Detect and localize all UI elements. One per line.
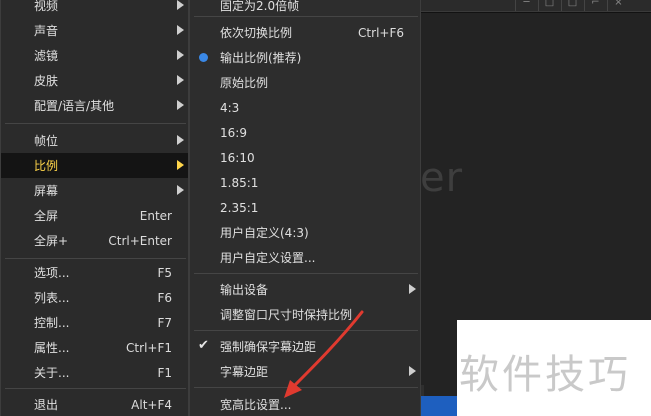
annotation-arrow-icon [284,310,364,398]
menu-item-aspect-ratio[interactable]: 比例 [1,153,188,178]
submenu-item-1-85-1[interactable]: 1.85:1 [190,170,420,195]
menu-item-label: 声音 [34,24,59,38]
menu-item-shortcut: Ctrl+Enter [108,233,172,248]
radio-selected-icon [199,53,208,62]
submenu-item-16-10[interactable]: 16:10 [190,145,420,170]
menu-item-label: 控制... [34,316,70,330]
submenu-arrow-icon [409,366,416,376]
menu-item-label: 选项... [34,266,70,280]
submenu-item-label: 16:10 [220,150,255,165]
submenu-arrow-icon [177,25,184,35]
submenu-arrow-icon [177,50,184,60]
menu-item-properties[interactable]: 属性... Ctrl+F1 [1,335,188,360]
menu-item-label: 列表... [34,291,70,305]
menu-item-fullscreen[interactable]: 全屏 Enter [1,203,188,228]
menu-item-screen[interactable]: 屏幕 [1,178,188,203]
menu-item-fullscreen-plus[interactable]: 全屏+ Ctrl+Enter [1,228,188,253]
menu-item-label: 关于... [34,366,70,380]
context-menu: 视频 声音 滤镜 皮肤 配置/语言/其他 帧位 比例 屏幕 全屏 Enter 全… [0,0,189,416]
menu-item-label: 视频 [34,0,59,13]
submenu-item-label: 依次切换比例 [220,26,293,40]
submenu-item-4-3[interactable]: 4:3 [190,95,420,120]
menu-item-frame[interactable]: 帧位 [1,128,188,153]
submenu-item-label: 输出设备 [220,283,269,297]
submenu-arrow-icon [409,284,416,294]
submenu-item-label: 用户自定义(4:3) [220,226,309,240]
maximize-icon[interactable]: □ [561,0,583,11]
menu-item-label: 退出 [34,398,59,412]
submenu-item-label: 用户自定义设置... [220,251,316,265]
menu-item-shortcut: F5 [157,265,172,280]
menu-separator [5,388,186,389]
submenu-item-label: 1.85:1 [220,175,259,190]
menu-item-shortcut: F7 [157,315,172,330]
checkmark-icon: ✔ [198,338,209,353]
menu-item-skin[interactable]: 皮肤 [1,68,188,93]
menu-item-label: 属性... [34,341,70,355]
fullscreen-icon[interactable]: ⌐ [584,0,606,11]
menu-item-audio[interactable]: 声音 [1,18,188,43]
menu-item-label: 屏幕 [34,184,59,198]
menu-separator [194,16,418,17]
submenu-item-label: 16:9 [220,125,247,140]
submenu-item-output-ratio[interactable]: 输出比例(推荐) [190,45,420,70]
submenu-arrow-icon [177,135,184,145]
submenu-arrow-icon [177,185,184,195]
close-icon[interactable]: × [607,0,629,11]
submenu-item-label: 原始比例 [220,76,269,90]
player-logo-text: er [420,155,464,201]
menu-item-label: 比例 [34,159,59,173]
menu-item-label: 滤镜 [34,49,59,63]
menu-separator [5,258,186,259]
menu-item-list[interactable]: 列表... F6 [1,285,188,310]
submenu-item-custom-4-3[interactable]: 用户自定义(4:3) [190,220,420,245]
taskbar-fragment [420,396,460,416]
menu-item-shortcut: F1 [157,365,172,380]
submenu-arrow-icon [177,100,184,110]
submenu-item-output-device[interactable]: 输出设备 [190,277,420,302]
submenu-item-label: 4:3 [220,100,240,115]
menu-item-label: 配置/语言/其他 [34,99,115,113]
menu-item-label: 全屏 [34,209,59,223]
submenu-item-16-9[interactable]: 16:9 [190,120,420,145]
menu-item-video[interactable]: 视频 [1,0,188,18]
menu-item-shortcut: Alt+F4 [131,397,172,412]
menu-item-label: 全屏+ [34,234,69,248]
minimize-icon[interactable]: ─ [515,0,537,11]
submenu-item-cycle-ratio[interactable]: 依次切换比例 Ctrl+F6 [190,20,420,45]
menu-item-about[interactable]: 关于... F1 [1,360,188,385]
submenu-item-original-ratio[interactable]: 原始比例 [190,70,420,95]
submenu-item-label: 字幕边距 [220,365,269,379]
submenu-item-label: 固定为2.0倍帧 [220,0,300,13]
submenu-arrow-icon [177,75,184,85]
menu-item-shortcut: Enter [139,208,172,223]
menu-item-options[interactable]: 选项... F5 [1,260,188,285]
menu-separator [194,273,418,274]
submenu-item-shortcut: Ctrl+F6 [358,25,404,40]
pin-icon[interactable]: □ [538,0,560,11]
menu-item-filter[interactable]: 滤镜 [1,43,188,68]
menu-separator [5,123,186,124]
submenu-item-2-35-1[interactable]: 2.35:1 [190,195,420,220]
menu-item-config[interactable]: 配置/语言/其他 [1,93,188,118]
menu-item-shortcut: F6 [157,290,172,305]
menu-item-control[interactable]: 控制... F7 [1,310,188,335]
submenu-arrow-icon [177,160,184,170]
menu-item-exit[interactable]: 退出 Alt+F4 [1,392,188,416]
menu-item-shortcut: Ctrl+F1 [126,340,172,355]
watermark-text: 软件技巧 [459,352,631,398]
menu-item-label: 帧位 [34,134,59,148]
player-title-bar: ─ □ □ ⌐ × [420,0,651,12]
menu-item-label: 皮肤 [34,74,59,88]
submenu-item-custom-settings[interactable]: 用户自定义设置... [190,245,420,270]
submenu-arrow-icon [177,0,184,10]
submenu-item-label: 输出比例(推荐) [220,51,302,65]
submenu-item-label: 2.35:1 [220,200,259,215]
